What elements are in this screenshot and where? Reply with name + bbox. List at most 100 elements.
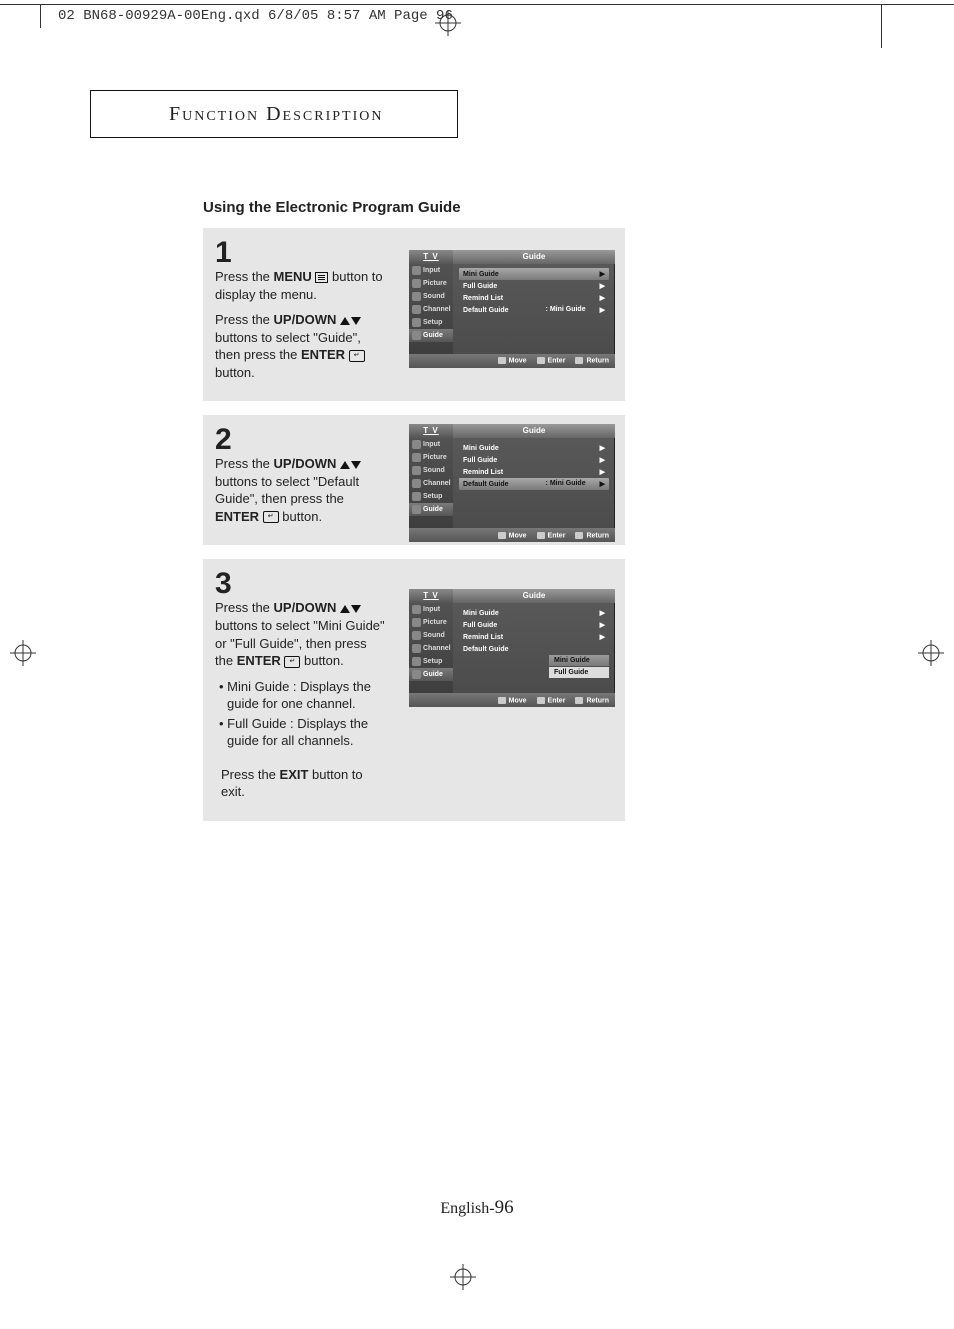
osd-category-icon	[412, 618, 421, 627]
osd-footer-hint: Return	[575, 532, 609, 539]
osd-side-item: Picture	[409, 616, 453, 629]
crop-rule	[0, 4, 954, 5]
page-footer: English-96	[0, 1197, 954, 1219]
osd-menu-item: Default Guide: Mini Guide▶	[459, 304, 609, 316]
print-header: 02 BN68-00929A-00Eng.qxd 6/8/05 8:57 AM …	[58, 8, 453, 24]
osd-footer-hint: Enter	[537, 357, 566, 364]
osd-menu-item: Remind List▶	[459, 466, 609, 478]
osd-tv-label: T V	[409, 424, 453, 438]
osd-content: Mini Guide▶Full Guide▶Remind List▶Defaul…	[453, 264, 615, 354]
osd-footer-hint: Move	[498, 357, 527, 364]
bullet-item: Mini Guide : Displays the guide for one …	[223, 678, 385, 713]
registration-mark-icon	[918, 640, 944, 671]
osd-menu-item: Full Guide▶	[459, 454, 609, 466]
footer-lang: English-	[440, 1200, 494, 1217]
osd-category-icon	[412, 266, 421, 275]
osd-content: Mini Guide▶Full Guide▶Remind List▶Defaul…	[453, 603, 615, 693]
osd-category-icon	[412, 631, 421, 640]
osd-submenu-item: Mini Guide	[549, 655, 609, 666]
osd-side-item: Sound	[409, 464, 453, 477]
crop-mark	[40, 4, 41, 28]
footer-page-number: 96	[495, 1197, 514, 1218]
osd-sidebar: InputPictureSoundChannelSetupGuide	[409, 603, 453, 693]
osd-menu-item: Mini Guide▶	[459, 442, 609, 454]
osd-category-icon	[412, 644, 421, 653]
registration-mark-icon	[10, 640, 36, 671]
osd-menu-item: Remind List▶	[459, 292, 609, 304]
osd-side-item: Guide	[409, 329, 453, 342]
osd-side-item: Input	[409, 438, 453, 451]
osd-category-icon	[412, 605, 421, 614]
page: 02 BN68-00929A-00Eng.qxd 6/8/05 8:57 AM …	[0, 0, 954, 1329]
section-title: Function Description	[91, 91, 457, 126]
osd-side-item: Guide	[409, 503, 453, 516]
up-arrow-icon	[340, 317, 350, 325]
osd-footer: Move Enter Return	[409, 693, 615, 707]
osd-side-item: Sound	[409, 290, 453, 303]
step-block: 2Press the UP/DOWN buttons to select "De…	[203, 415, 625, 545]
osd-title: Guide	[453, 424, 615, 438]
osd-footer-hint: Move	[498, 532, 527, 539]
osd-side-item: Channel	[409, 642, 453, 655]
osd-title: Guide	[453, 589, 615, 603]
osd-category-icon	[412, 657, 421, 666]
enter-icon: ↵	[284, 656, 300, 668]
osd-submenu-item: Full Guide	[549, 667, 609, 678]
osd-menu-item: Mini Guide▶	[459, 268, 609, 280]
osd-side-item: Setup	[409, 490, 453, 503]
enter-icon: ↵	[263, 511, 279, 523]
step-block: 1Press the MENU button to display the me…	[203, 228, 625, 401]
osd-side-item: Picture	[409, 277, 453, 290]
step-text: Press the UP/DOWN buttons to select "Min…	[215, 599, 385, 800]
osd-footer-hint: Enter	[537, 697, 566, 704]
osd-category-icon	[412, 453, 421, 462]
osd-side-item: Input	[409, 264, 453, 277]
bullet-item: Full Guide : Displays the guide for all …	[223, 715, 385, 750]
osd-menu-item: Default Guide: Mini Guide▶	[459, 478, 609, 490]
osd-side-item: Input	[409, 603, 453, 616]
osd-category-icon	[412, 670, 421, 679]
osd-footer-hint: Return	[575, 357, 609, 364]
osd-category-icon	[412, 492, 421, 501]
osd-menu-item: Mini Guide▶	[459, 607, 609, 619]
osd-category-icon	[412, 318, 421, 327]
step-bullets: Mini Guide : Displays the guide for one …	[215, 678, 385, 750]
osd-sidebar: InputPictureSoundChannelSetupGuide	[409, 264, 453, 354]
down-arrow-icon	[351, 461, 361, 469]
osd-side-item: Channel	[409, 303, 453, 316]
osd-content: Mini Guide▶Full Guide▶Remind List▶Defaul…	[453, 438, 615, 528]
osd-footer: Move Enter Return	[409, 354, 615, 368]
osd-menu-item: Default Guide	[459, 643, 609, 655]
step-text: Press the UP/DOWN buttons to select "Def…	[215, 455, 385, 525]
osd-tv-label: T V	[409, 589, 453, 603]
osd-category-icon	[412, 505, 421, 514]
registration-mark-icon	[435, 10, 461, 41]
osd-footer: MoveEnterReturn	[409, 528, 615, 542]
section-title-box: Function Description	[90, 90, 458, 138]
osd-side-item: Setup	[409, 655, 453, 668]
osd-footer-hint: Return	[575, 697, 609, 704]
menu-icon	[315, 272, 328, 283]
osd-side-item: Guide	[409, 668, 453, 681]
osd-category-icon	[412, 466, 421, 475]
osd-screenshot: T VGuideInputPictureSoundChannelSetupGui…	[409, 424, 615, 542]
osd-category-icon	[412, 292, 421, 301]
osd-menu-item: Remind List▶	[459, 631, 609, 643]
step-block: 3Press the UP/DOWN buttons to select "Mi…	[203, 559, 625, 820]
step-text: Press the MENU button to display the men…	[215, 268, 385, 381]
down-arrow-icon	[351, 317, 361, 325]
registration-mark-icon	[450, 1264, 476, 1295]
crop-mark	[881, 4, 882, 48]
osd-title: Guide	[453, 250, 615, 264]
osd-menu-item: Full Guide▶	[459, 619, 609, 631]
osd-category-icon	[412, 305, 421, 314]
osd-footer-hint: Move	[498, 697, 527, 704]
osd-menu-item: Full Guide▶	[459, 280, 609, 292]
osd-side-item: Picture	[409, 451, 453, 464]
osd-side-item: Sound	[409, 629, 453, 642]
osd-screenshot: T VGuideInputPictureSoundChannelSetupGui…	[409, 250, 615, 368]
osd-screenshot: T VGuideInputPictureSoundChannelSetupGui…	[409, 589, 615, 707]
osd-tv-label: T V	[409, 250, 453, 264]
osd-sidebar: InputPictureSoundChannelSetupGuide	[409, 438, 453, 528]
down-arrow-icon	[351, 605, 361, 613]
